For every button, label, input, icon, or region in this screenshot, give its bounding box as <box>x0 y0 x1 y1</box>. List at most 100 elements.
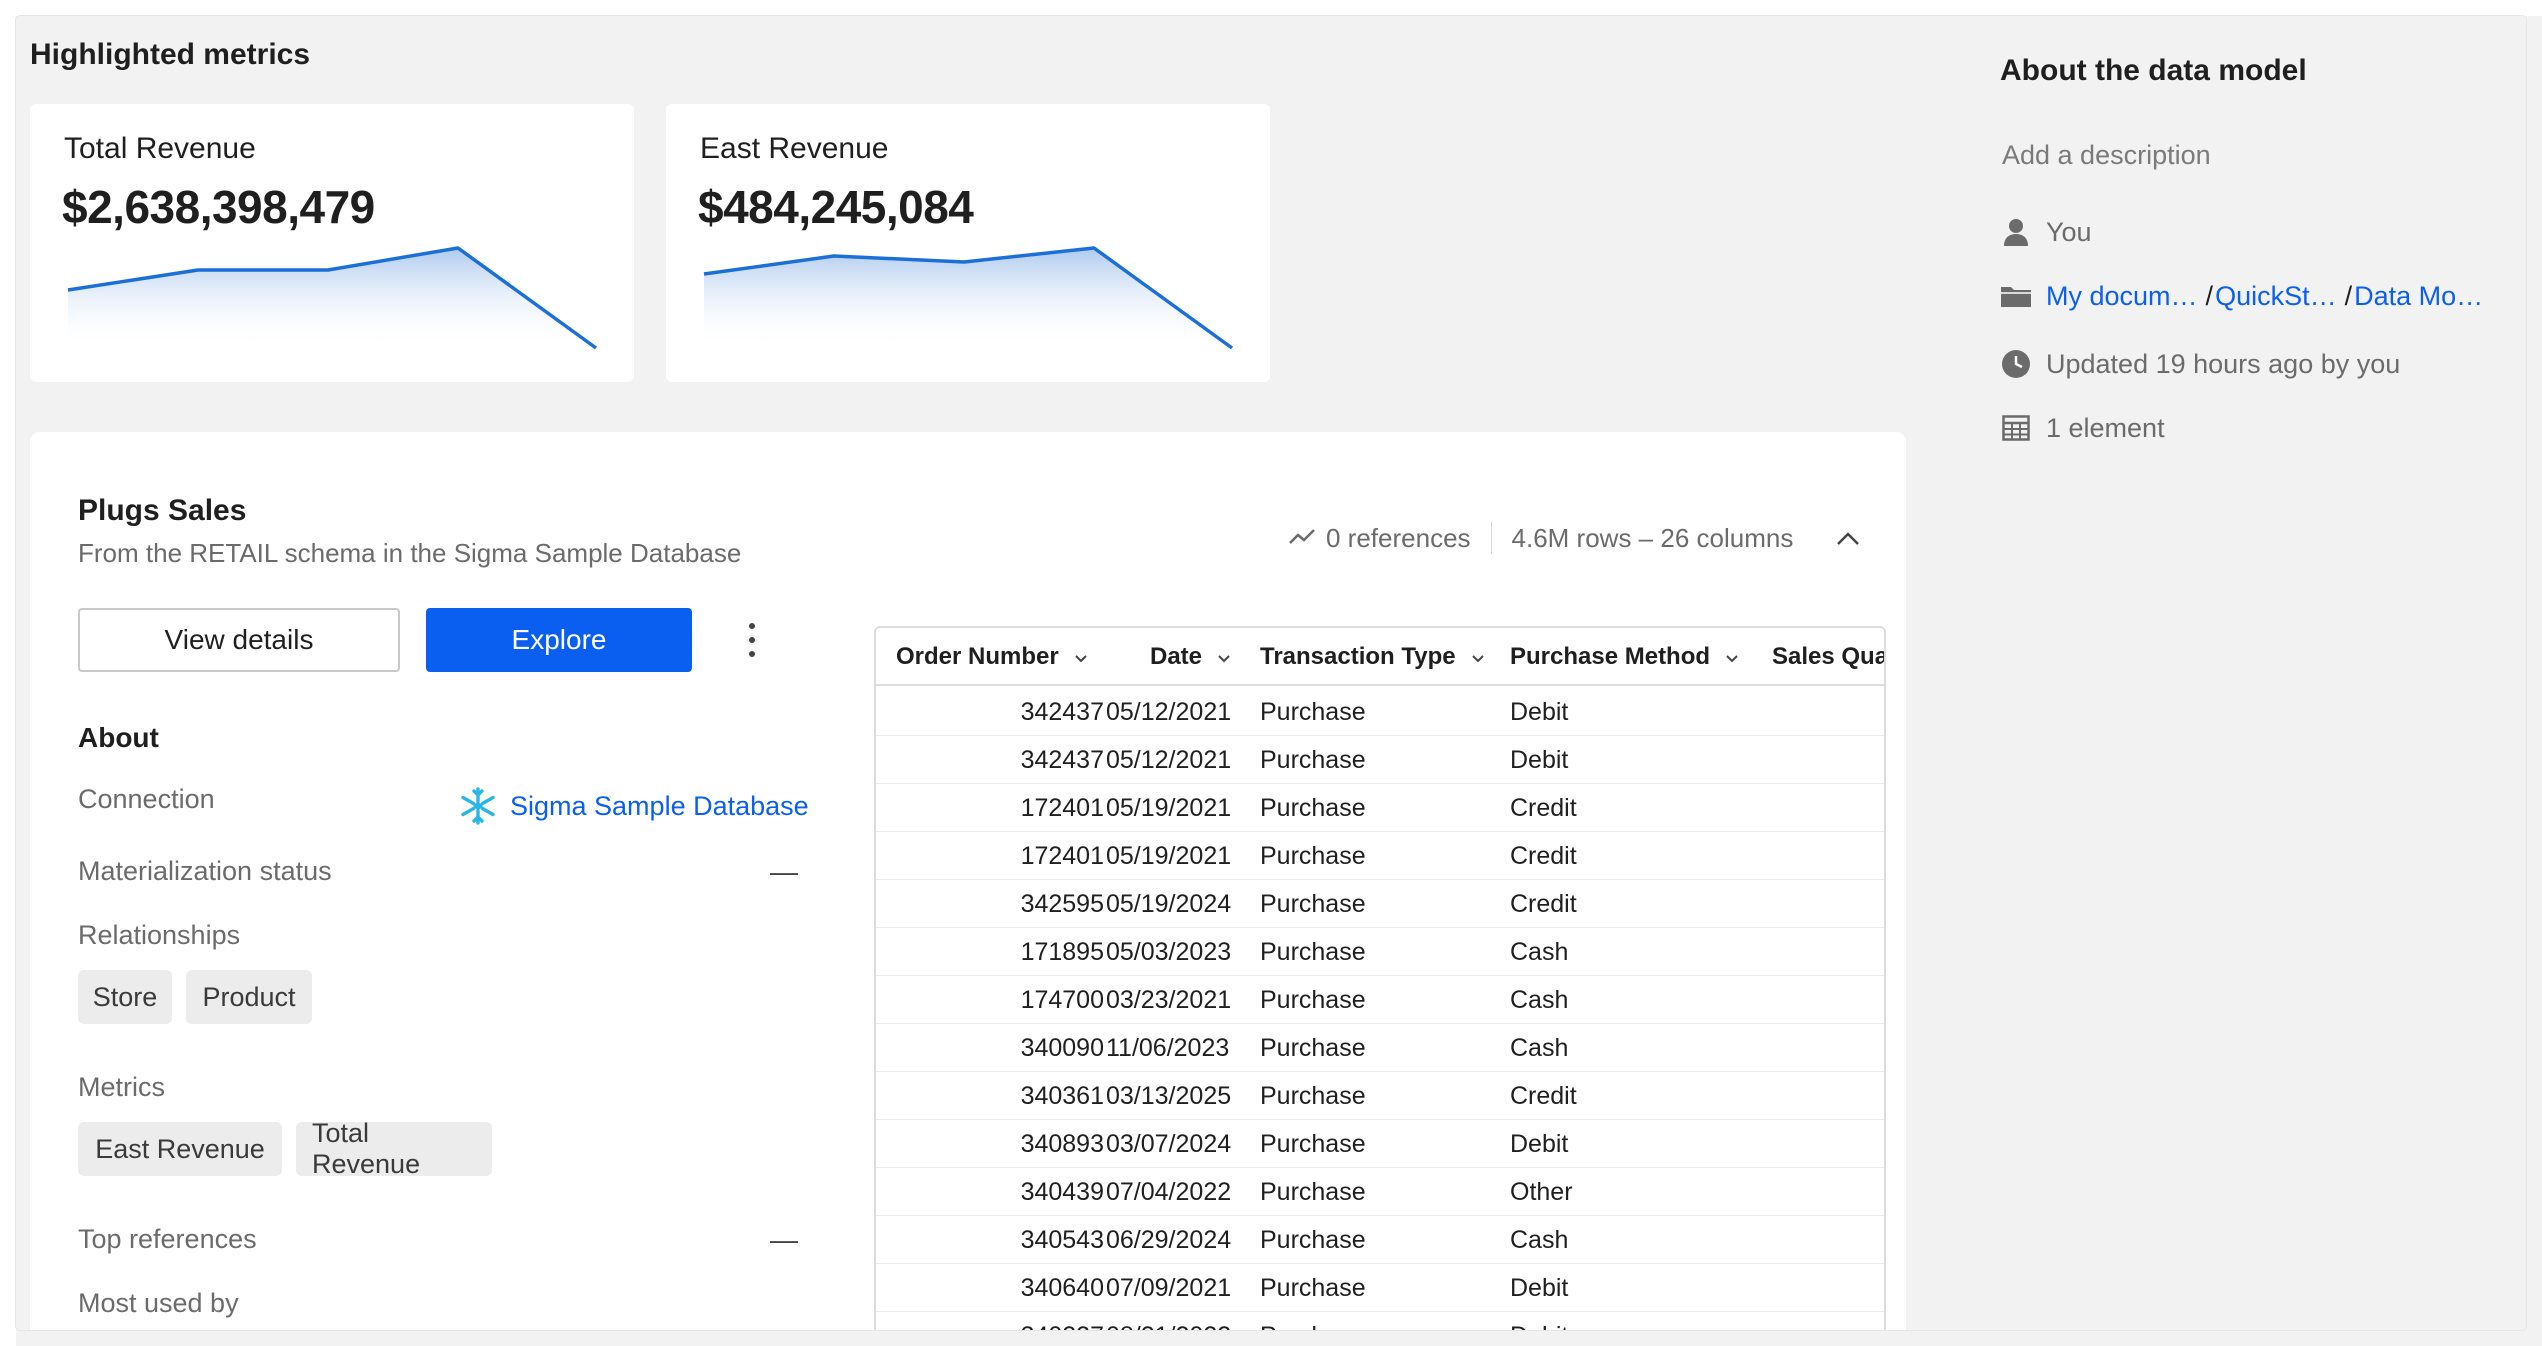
table-row[interactable]: 340090 11/06/2023 Purchase Cash <box>876 1024 1884 1072</box>
cell-purchase-method: Cash <box>1510 1225 1569 1254</box>
chevron-down-icon <box>1074 655 1087 663</box>
folder-path: My docum… / QuickSt… / Data Mo… <box>2000 280 2483 312</box>
cell-purchase-method: Debit <box>1510 745 1569 774</box>
metric-label: Total Revenue <box>64 132 256 165</box>
data-model-page: Highlighted metrics Total Revenue $2,638… <box>16 16 2526 1330</box>
column-header-sales-quantity[interactable]: Sales Qua <box>1772 628 1884 686</box>
table-row[interactable]: 172401 05/19/2021 Purchase Credit <box>876 832 1884 880</box>
cell-date: 05/12/2021 <box>1106 697 1232 726</box>
cell-order-number: 171895 <box>1020 937 1104 966</box>
chevron-down-icon <box>1218 655 1230 663</box>
metric-sparkline <box>703 246 1234 350</box>
table-row[interactable]: 342595 05/19/2024 Purchase Credit <box>876 880 1884 928</box>
table-row[interactable]: 342437 05/12/2021 Purchase Debit <box>876 688 1884 736</box>
column-header-transaction-type[interactable]: Transaction Type <box>1260 628 1486 686</box>
table-row[interactable]: 171895 05/03/2023 Purchase Cash <box>876 928 1884 976</box>
path-link-my-documents[interactable]: My docum… <box>2046 281 2198 312</box>
cell-purchase-method: Debit <box>1510 1273 1569 1302</box>
clock-icon <box>2000 348 2032 380</box>
collapse-button[interactable] <box>1830 522 1866 558</box>
path-link-quickstart[interactable]: QuickSt… <box>2215 281 2337 312</box>
cell-purchase-method: Debit <box>1510 1129 1569 1158</box>
cell-transaction-type: Purchase <box>1260 1225 1366 1254</box>
cell-date: 05/19/2021 <box>1106 841 1232 870</box>
dataset-size: 4.6M rows – 26 columns <box>1511 522 1794 553</box>
description-input[interactable]: Add a description <box>2002 140 2211 171</box>
table-row[interactable]: 340361 03/13/2025 Purchase Credit <box>876 1072 1884 1120</box>
metric-chip-east-revenue[interactable]: East Revenue <box>78 1122 282 1176</box>
column-header-order-number[interactable]: Order Number <box>896 628 1089 686</box>
cell-transaction-type: Purchase <box>1260 745 1366 774</box>
column-header-date[interactable]: Date <box>1150 628 1232 686</box>
column-header-purchase-method[interactable]: Purchase Method <box>1510 628 1740 686</box>
dataset-meta: 0 references 4.6M rows – 26 columns <box>1288 522 1793 554</box>
dataset-panel: Plugs Sales From the RETAIL schema in th… <box>30 432 1906 1330</box>
cell-purchase-method: Debit <box>1510 697 1569 726</box>
metric-sparkline <box>67 246 598 350</box>
trend-icon <box>1288 523 1316 554</box>
top-references-label: Top references <box>78 1224 257 1254</box>
references-count[interactable]: 0 references <box>1326 523 1471 554</box>
cell-transaction-type: Purchase <box>1260 985 1366 1014</box>
cell-order-number: 172401 <box>1020 841 1104 870</box>
cell-date: 03/23/2021 <box>1106 985 1232 1014</box>
table-row[interactable]: 342437 05/12/2021 Purchase Debit <box>876 736 1884 784</box>
cell-transaction-type: Purchase <box>1260 1129 1366 1158</box>
table-header: Order Number Date Transaction Type Purch… <box>876 628 1884 686</box>
cell-purchase-method: Debit <box>1510 1312 1568 1331</box>
dataset-title: Plugs Sales <box>78 494 247 527</box>
cell-purchase-method: Cash <box>1510 937 1569 966</box>
cell-purchase-method: Cash <box>1510 1033 1569 1062</box>
cell-order-number: 172401 <box>1020 793 1104 822</box>
metric-value: $2,638,398,479 <box>62 181 375 233</box>
elements-count: 1 element <box>2046 412 2165 443</box>
metric-chip-total-revenue[interactable]: Total Revenue <box>296 1118 492 1179</box>
cell-transaction-type: Purchase <box>1260 1177 1366 1206</box>
path-separator: / <box>2344 280 2353 311</box>
cell-order-number: 340893 <box>1020 1129 1104 1158</box>
connection-label: Connection <box>78 784 215 814</box>
explore-button[interactable]: Explore <box>426 608 692 672</box>
cell-transaction-type: Purchase <box>1260 1033 1366 1062</box>
folder-icon <box>2000 280 2032 312</box>
table-row[interactable]: 172401 05/19/2021 Purchase Credit <box>876 784 1884 832</box>
table-row[interactable]: 34022708/21/2022 Purchase Debit <box>876 1312 1884 1331</box>
cell-order-number: 342595 <box>1020 889 1104 918</box>
table-row[interactable]: 174700 03/23/2021 Purchase Cash <box>876 976 1884 1024</box>
table-row[interactable]: 340893 03/07/2024 Purchase Debit <box>876 1120 1884 1168</box>
cell-order-number: 340439 <box>1020 1177 1104 1206</box>
cell-transaction-type: Purchase <box>1260 697 1366 726</box>
cell-purchase-method: Credit <box>1510 841 1577 870</box>
more-options-button[interactable] <box>742 620 762 660</box>
about-heading: About <box>78 722 159 753</box>
metric-card-east-revenue[interactable]: East Revenue $484,245,084 <box>666 104 1270 382</box>
connection-link[interactable]: Sigma Sample Database <box>458 786 809 826</box>
cell-order-number: 340543 <box>1020 1225 1104 1254</box>
table-row[interactable]: 340640 07/09/2021 Purchase Debit <box>876 1264 1884 1312</box>
cell-purchase-method: Credit <box>1510 1081 1577 1110</box>
cell-purchase-method: Cash <box>1510 985 1569 1014</box>
cell-order-number: 342437 <box>1020 697 1104 726</box>
path-separator: / <box>2205 280 2214 311</box>
elements-row: 1 element <box>2000 412 2165 444</box>
relationship-chip-store[interactable]: Store <box>78 970 172 1024</box>
chevron-up-icon <box>1837 532 1859 545</box>
chevron-down-icon <box>1471 655 1484 663</box>
view-details-button[interactable]: View details <box>78 608 400 672</box>
user-icon <box>2000 216 2032 248</box>
cell-purchase-method: Credit <box>1510 889 1577 918</box>
dataset-subtitle: From the RETAIL schema in the Sigma Samp… <box>78 538 742 568</box>
table-row[interactable]: 340439 07/04/2022 Purchase Other <box>876 1168 1884 1216</box>
cell-date: 07/09/2021 <box>1106 1273 1232 1302</box>
table-icon <box>2000 412 2032 444</box>
highlighted-metrics-title: Highlighted metrics <box>30 38 311 71</box>
cell-date: 03/07/2024 <box>1106 1129 1232 1158</box>
table-row[interactable]: 340543 06/29/2024 Purchase Cash <box>876 1216 1884 1264</box>
cell-purchase-method: Credit <box>1510 793 1577 822</box>
cell-order-number: 340361 <box>1020 1081 1104 1110</box>
metric-card-total-revenue[interactable]: Total Revenue $2,638,398,479 <box>30 104 634 382</box>
cell-purchase-method: Other <box>1510 1177 1573 1206</box>
path-link-data-model[interactable]: Data Mo… <box>2354 281 2483 312</box>
updated-text: Updated 19 hours ago by you <box>2046 348 2401 379</box>
relationship-chip-product[interactable]: Product <box>186 970 312 1024</box>
